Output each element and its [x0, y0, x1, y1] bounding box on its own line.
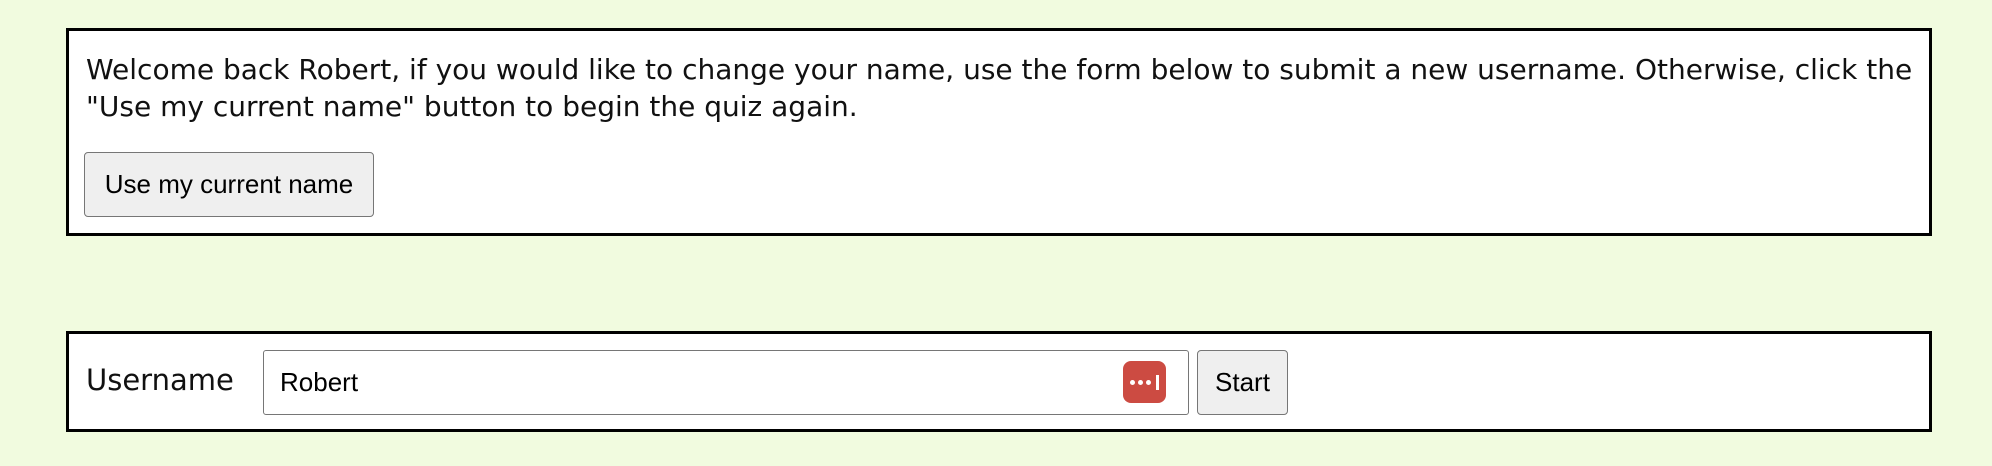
cursor-bar-icon — [1156, 374, 1159, 390]
dot-icon — [1130, 379, 1135, 385]
welcome-message: Welcome back Robert, if you would like t… — [86, 53, 1913, 123]
username-input[interactable] — [264, 351, 1188, 414]
username-label: Username — [86, 363, 234, 397]
username-form: Username Start — [66, 331, 1932, 432]
password-manager-icon[interactable] — [1123, 361, 1166, 403]
start-button[interactable]: Start — [1197, 350, 1288, 415]
username-field[interactable] — [263, 350, 1189, 415]
use-current-name-button[interactable]: Use my current name — [84, 152, 374, 217]
dot-icon — [1146, 379, 1151, 385]
dot-icon — [1138, 379, 1143, 385]
welcome-panel: Welcome back Robert, if you would like t… — [66, 28, 1932, 236]
